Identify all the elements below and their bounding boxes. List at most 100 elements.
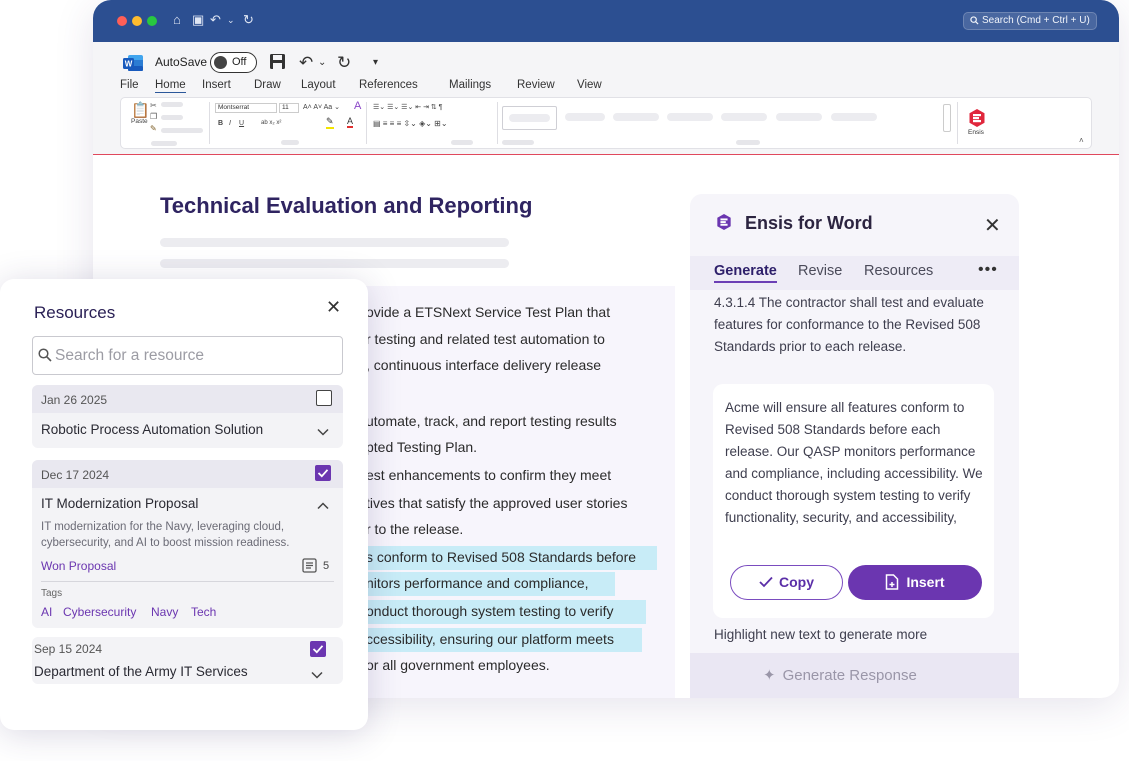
- document-line[interactable]: ccessibility, ensuring our platform meet…: [366, 631, 614, 647]
- check-icon: [759, 576, 773, 588]
- redo-icon[interactable]: ↻: [337, 53, 351, 73]
- chevron-down-icon[interactable]: ⌄: [318, 57, 326, 68]
- chevron-down-icon[interactable]: [317, 423, 329, 439]
- collapse-ribbon-icon[interactable]: ˄: [1079, 136, 1084, 145]
- underline-icon[interactable]: U: [239, 120, 244, 127]
- tag-tech[interactable]: Tech: [191, 605, 216, 619]
- tab-generate[interactable]: Generate: [714, 263, 777, 283]
- generated-text[interactable]: Acme will ensure all features conform to…: [725, 397, 989, 555]
- style-chip[interactable]: [613, 113, 659, 121]
- customize-qat-icon[interactable]: ▾: [373, 57, 378, 68]
- menu-home[interactable]: Home: [155, 79, 186, 93]
- requirement-text: 4.3.1.4 The contractor shall test and ev…: [714, 295, 984, 354]
- autosave-toggle[interactable]: Off: [210, 52, 257, 73]
- cut-icon[interactable]: ✂: [150, 101, 157, 110]
- ribbon-area: W AutoSave Off ↶ ⌄ ↻ ▾ File Home Insert …: [93, 42, 1119, 154]
- menu-view[interactable]: View: [577, 79, 602, 91]
- resource-checkbox[interactable]: [316, 390, 332, 406]
- document-line[interactable]: tives that satisfy the approved user sto…: [366, 495, 627, 511]
- copy-icon[interactable]: ❐: [150, 112, 157, 121]
- tags-label: Tags: [41, 588, 63, 599]
- list-icons[interactable]: ☰⌄ ☰⌄ ☰⌄ ⇤ ⇥ ⇅ ¶: [373, 103, 442, 111]
- undo-icon[interactable]: ↶: [299, 53, 313, 73]
- styles-scroll[interactable]: [943, 104, 951, 132]
- resource-card[interactable]: Dec 17 2024 IT Modernization Proposal IT…: [32, 460, 343, 628]
- save-icon[interactable]: [269, 53, 286, 75]
- document-line[interactable]: nitors performance and compliance,: [366, 575, 589, 591]
- font-size-select[interactable]: 11: [279, 103, 299, 113]
- divider: [209, 102, 210, 144]
- tag-ai[interactable]: AI: [41, 605, 52, 619]
- resource-date: Dec 17 2024: [41, 468, 110, 482]
- home-icon[interactable]: ⌂: [173, 12, 181, 28]
- maximize-window-button[interactable]: [147, 16, 157, 26]
- menu-references[interactable]: References: [359, 79, 418, 91]
- resource-checkbox[interactable]: [315, 465, 331, 481]
- font-name-select[interactable]: Montserrat: [215, 103, 277, 113]
- document-title[interactable]: Technical Evaluation and Reporting: [160, 193, 532, 219]
- minimize-window-button[interactable]: [132, 16, 142, 26]
- resource-name: Department of the Army IT Services: [34, 664, 248, 679]
- tag-cybersecurity[interactable]: Cybersecurity: [63, 605, 136, 619]
- close-icon[interactable]: ✕: [326, 297, 341, 317]
- paste-icon[interactable]: 📋: [131, 101, 150, 119]
- menu-layout[interactable]: Layout: [301, 79, 336, 91]
- align-icons[interactable]: ▤ ≡ ≡ ≡ ⇳⌄ ◈⌄ ⊞⌄: [373, 119, 448, 128]
- close-icon[interactable]: ✕: [984, 216, 1001, 236]
- undo-icon[interactable]: ↶: [210, 12, 221, 28]
- more-options-icon[interactable]: •••: [978, 261, 998, 279]
- save-icon[interactable]: ▣: [192, 12, 204, 28]
- resource-card[interactable]: Sep 15 2024 Department of the Army IT Se…: [32, 637, 343, 684]
- document-line[interactable]: utomate, track, and report testing resul…: [366, 413, 617, 429]
- style-chip[interactable]: [721, 113, 767, 121]
- style-chip[interactable]: [831, 113, 877, 121]
- menu-mailings[interactable]: Mailings: [449, 79, 491, 91]
- document-line[interactable]: onduct thorough system testing to verify: [366, 603, 613, 619]
- document-line[interactable]: r testing and related test automation to: [366, 331, 605, 347]
- document-line[interactable]: or all government employees.: [366, 657, 550, 673]
- style-chip[interactable]: [565, 113, 605, 121]
- insert-button[interactable]: Insert: [848, 565, 982, 600]
- ensis-addin-label: Ensis: [968, 129, 984, 136]
- style-chip[interactable]: [776, 113, 822, 121]
- style-normal[interactable]: [502, 106, 557, 130]
- document-line[interactable]: est enhancements to confirm they meet: [366, 467, 611, 483]
- menu-review[interactable]: Review: [517, 79, 555, 91]
- chevron-down-icon[interactable]: ⌄: [227, 12, 235, 28]
- menu-file[interactable]: File: [120, 79, 139, 91]
- style-chip[interactable]: [667, 113, 713, 121]
- format-painter-icon[interactable]: ✎: [150, 124, 157, 133]
- highlight-icon[interactable]: ✎: [326, 116, 334, 129]
- grow-font-icon[interactable]: A˄ A˅ Aa ⌄: [303, 103, 340, 111]
- placeholder-bar: [451, 140, 473, 145]
- document-line[interactable]: ovide a ETSNext Service Test Plan that: [366, 304, 610, 320]
- tag-navy[interactable]: Navy: [151, 605, 178, 619]
- close-window-button[interactable]: [117, 16, 127, 26]
- title-search-box[interactable]: Search (Cmd + Ctrl + U): [963, 12, 1097, 30]
- document-line[interactable]: , continuous interface delivery release: [366, 357, 601, 373]
- generate-response-label: Generate Response: [782, 667, 917, 684]
- font-color-icon[interactable]: A: [347, 116, 354, 128]
- menu-draw[interactable]: Draw: [254, 79, 281, 91]
- placeholder-bar: [161, 102, 183, 107]
- redo-icon[interactable]: ↻: [243, 12, 254, 28]
- strikethrough-icon[interactable]: ab x₂ x²: [261, 120, 281, 126]
- resource-card[interactable]: Jan 26 2025 Robotic Process Automation S…: [32, 385, 343, 448]
- document-line[interactable]: s conform to Revised 508 Standards befor…: [366, 549, 636, 565]
- italic-icon[interactable]: I: [229, 120, 231, 127]
- menu-insert[interactable]: Insert: [202, 79, 231, 91]
- tab-revise[interactable]: Revise: [798, 263, 842, 279]
- document-line[interactable]: pted Testing Plan.: [366, 439, 477, 455]
- resource-search-field[interactable]: [32, 336, 343, 375]
- resource-checkbox[interactable]: [310, 641, 326, 657]
- chevron-down-icon[interactable]: [311, 666, 323, 682]
- chevron-up-icon[interactable]: [317, 497, 329, 513]
- document-line[interactable]: r to the release.: [366, 521, 463, 537]
- bold-icon[interactable]: B: [218, 120, 223, 127]
- generate-response-button[interactable]: ✦ Generate Response: [763, 666, 917, 684]
- ensis-logo-icon[interactable]: [968, 108, 986, 128]
- resource-search-input[interactable]: [55, 337, 335, 374]
- clear-format-icon[interactable]: A: [354, 100, 361, 112]
- tab-resources[interactable]: Resources: [864, 263, 933, 279]
- copy-button[interactable]: Copy: [730, 565, 843, 600]
